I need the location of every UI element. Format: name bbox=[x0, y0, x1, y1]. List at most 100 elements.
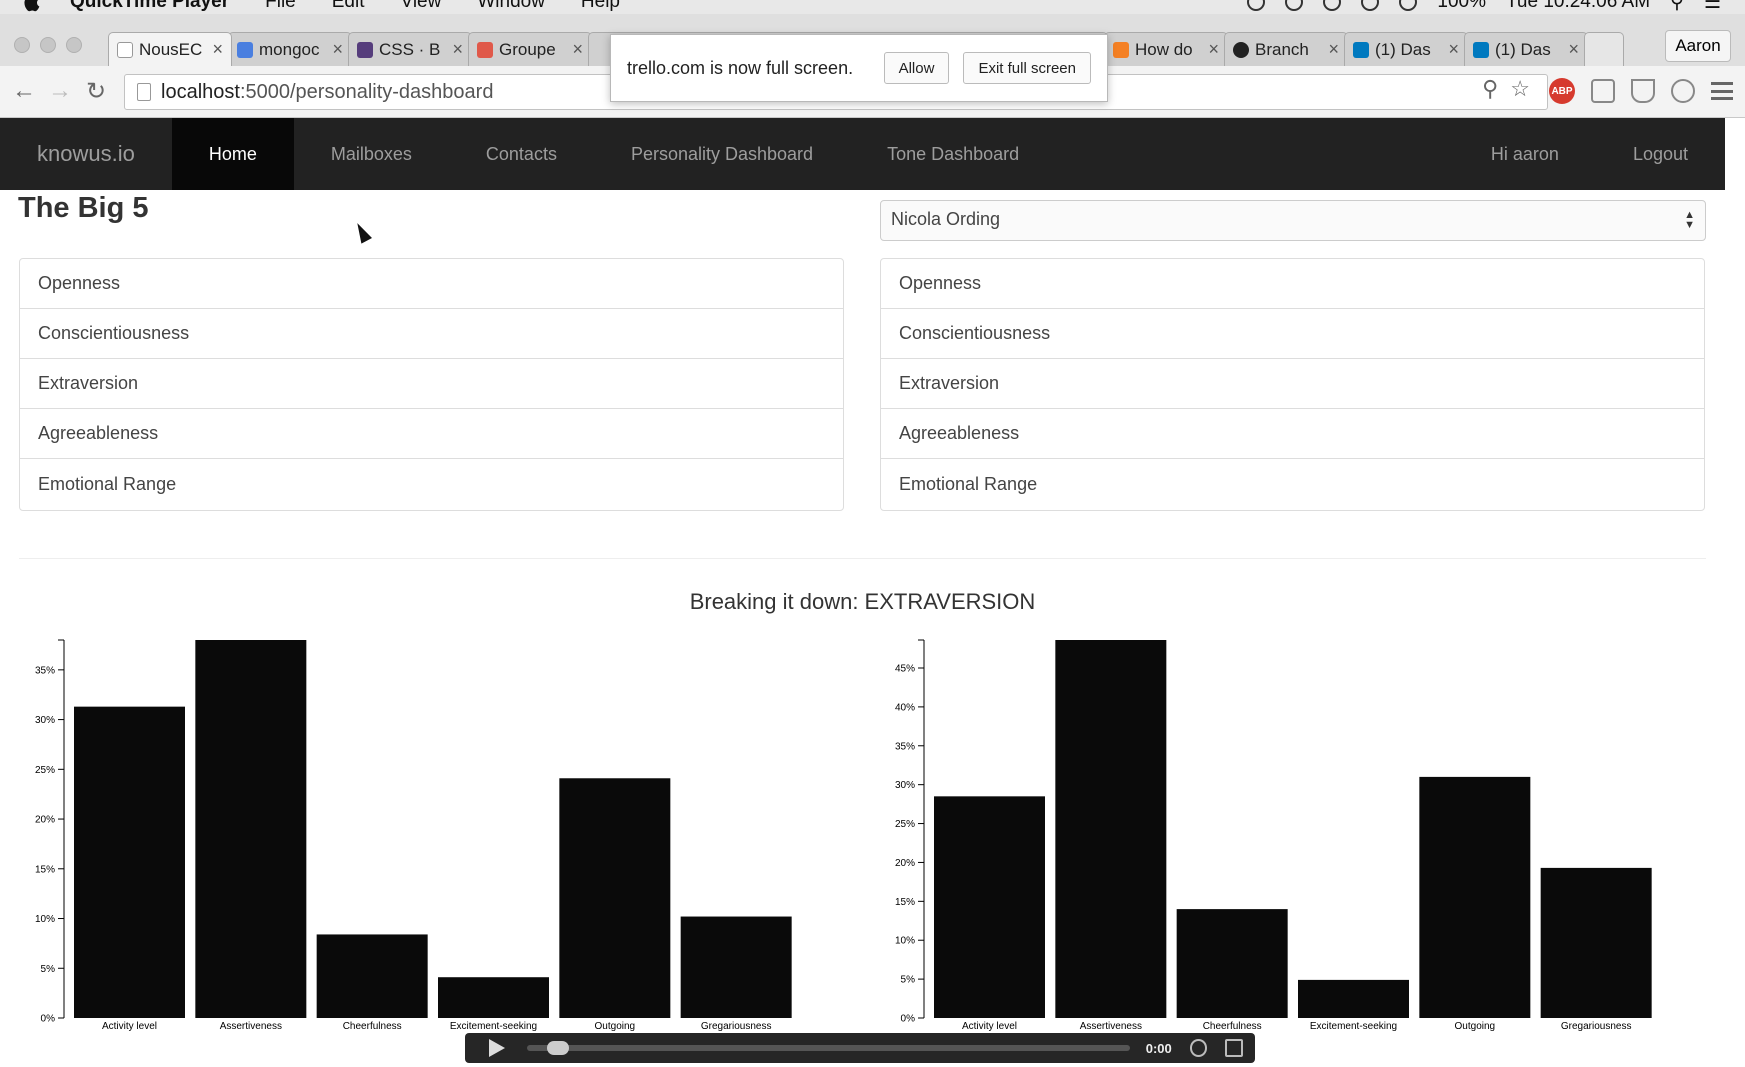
bookmark-star-icon[interactable]: ☆ bbox=[1510, 76, 1530, 102]
menu-edit[interactable]: Edit bbox=[332, 0, 365, 13]
bell-icon[interactable] bbox=[1361, 0, 1380, 11]
record-icon[interactable] bbox=[1247, 0, 1266, 11]
menu-window[interactable]: Window bbox=[477, 0, 545, 13]
tab-css[interactable]: CSS · B × bbox=[348, 32, 472, 66]
tab-nousec[interactable]: NousEC × bbox=[108, 32, 232, 66]
person-select[interactable]: Nicola Ording ▲ ▼ bbox=[880, 200, 1706, 241]
dropbox-icon[interactable] bbox=[1323, 0, 1342, 11]
menu-help[interactable]: Help bbox=[581, 0, 620, 13]
clock[interactable]: Tue 10:24:06 AM bbox=[1506, 0, 1650, 13]
trait-openness[interactable]: Openness bbox=[881, 259, 1704, 309]
nav-contacts[interactable]: Contacts bbox=[449, 118, 594, 190]
menu-file[interactable]: File bbox=[265, 0, 296, 13]
user-greeting[interactable]: Hi aaron bbox=[1454, 118, 1596, 190]
bar[interactable] bbox=[1540, 867, 1652, 1018]
bar[interactable] bbox=[438, 977, 549, 1018]
wifi-icon[interactable] bbox=[1399, 0, 1418, 11]
close-tab-icon[interactable]: × bbox=[1328, 39, 1339, 60]
url-text[interactable]: localhost:5000/personality-dashboard bbox=[161, 81, 493, 104]
brand-link[interactable]: knowus.io bbox=[0, 118, 172, 190]
bar[interactable] bbox=[680, 916, 792, 1018]
zoom-window-button[interactable] bbox=[66, 37, 82, 53]
y-tick-label: 25% bbox=[895, 819, 915, 830]
page-icon bbox=[137, 83, 151, 101]
zoom-icon[interactable]: ⚲ bbox=[1482, 76, 1498, 102]
exit-fullscreen-button[interactable]: Exit full screen bbox=[963, 52, 1091, 84]
battery-percent[interactable]: 100% bbox=[1437, 0, 1486, 13]
tab-title: Branch bbox=[1255, 39, 1309, 59]
trait-agreeableness[interactable]: Agreeableness bbox=[881, 409, 1704, 459]
y-tick-label: 25% bbox=[35, 765, 55, 776]
spotlight-icon[interactable]: ⚲ bbox=[1670, 0, 1684, 14]
trait-emotional-range[interactable]: Emotional Range bbox=[20, 459, 843, 510]
honey-icon[interactable] bbox=[1671, 79, 1695, 103]
close-tab-icon[interactable]: × bbox=[452, 39, 463, 60]
bar[interactable] bbox=[1298, 979, 1409, 1018]
close-tab-icon[interactable]: × bbox=[1568, 39, 1579, 60]
tab-groupe[interactable]: Groupe × bbox=[468, 32, 592, 66]
back-icon[interactable]: ← bbox=[12, 77, 36, 105]
bar[interactable] bbox=[1176, 909, 1288, 1018]
groups-favicon-icon bbox=[477, 41, 493, 58]
close-window-button[interactable] bbox=[14, 37, 30, 53]
tab-mongo[interactable]: mongoc × bbox=[228, 32, 352, 66]
close-tab-icon[interactable]: × bbox=[212, 39, 223, 60]
allow-button[interactable]: Allow bbox=[883, 52, 950, 84]
bar[interactable] bbox=[1419, 776, 1531, 1018]
play-icon[interactable] bbox=[489, 1039, 505, 1057]
share-icon[interactable] bbox=[1189, 1039, 1208, 1057]
profile-button[interactable]: Aaron bbox=[1665, 30, 1731, 62]
x-tick-label: Cheerfulness bbox=[343, 1021, 402, 1032]
bar[interactable] bbox=[1055, 640, 1167, 1018]
extraversion-chart-contact: 0% 5% 10% 15% 20% 25% 30% 35% 40% 45% Activity lev… bbox=[874, 625, 1674, 1045]
minimize-window-button[interactable] bbox=[40, 37, 56, 53]
chrome-menu-icon[interactable] bbox=[1711, 82, 1733, 100]
close-tab-icon[interactable]: × bbox=[572, 39, 583, 60]
tab-title: (1) Das bbox=[1495, 39, 1551, 59]
menu-view[interactable]: View bbox=[401, 0, 442, 13]
trait-conscientiousness[interactable]: Conscientiousness bbox=[881, 309, 1704, 359]
app-name[interactable]: QuickTime Player bbox=[70, 0, 229, 13]
y-tick-label: 5% bbox=[41, 964, 56, 975]
bar[interactable] bbox=[316, 934, 428, 1018]
nav-mailboxes[interactable]: Mailboxes bbox=[294, 118, 449, 190]
tab-title: mongoc bbox=[259, 39, 320, 59]
trait-openness[interactable]: Openness bbox=[20, 259, 843, 309]
extension-icons: ABP bbox=[1549, 78, 1733, 104]
bar[interactable] bbox=[74, 706, 185, 1018]
fullscreen-icon[interactable] bbox=[1225, 1039, 1243, 1057]
trait-extraversion[interactable]: Extraversion bbox=[881, 359, 1704, 409]
trait-agreeableness[interactable]: Agreeableness bbox=[20, 409, 843, 459]
tab-how-do[interactable]: How do × bbox=[1104, 32, 1228, 66]
trait-extraversion[interactable]: Extraversion bbox=[20, 359, 843, 409]
reload-icon[interactable]: ↻ bbox=[86, 77, 106, 106]
apple-icon[interactable] bbox=[22, 0, 40, 12]
trait-conscientiousness[interactable]: Conscientiousness bbox=[20, 309, 843, 359]
scrubber[interactable] bbox=[527, 1041, 1130, 1055]
bar[interactable] bbox=[934, 796, 1045, 1018]
nav-personality-dashboard[interactable]: Personality Dashboard bbox=[594, 118, 850, 190]
bar[interactable] bbox=[195, 640, 307, 1018]
nav-home[interactable]: Home bbox=[171, 118, 294, 190]
tab-dash-2[interactable]: (1) Das × bbox=[1464, 32, 1588, 66]
forward-icon[interactable]: → bbox=[48, 77, 72, 105]
cast-icon[interactable] bbox=[1591, 79, 1615, 103]
bar[interactable] bbox=[559, 778, 671, 1018]
page-title: The Big 5 bbox=[18, 192, 149, 224]
adblock-icon[interactable]: ABP bbox=[1549, 78, 1575, 104]
shield-icon[interactable] bbox=[1631, 79, 1655, 103]
y-tick-label: 35% bbox=[895, 741, 915, 752]
new-tab-button[interactable] bbox=[1584, 32, 1624, 66]
scrubber-knob[interactable] bbox=[547, 1041, 569, 1055]
logout-link[interactable]: Logout bbox=[1596, 118, 1725, 190]
close-tab-icon[interactable]: × bbox=[1448, 39, 1459, 60]
check-icon[interactable] bbox=[1285, 0, 1304, 11]
nav-tone-dashboard[interactable]: Tone Dashboard bbox=[850, 118, 1056, 190]
x-tick-label: Assertiveness bbox=[1080, 1021, 1142, 1032]
close-tab-icon[interactable]: × bbox=[332, 39, 343, 60]
trait-emotional-range[interactable]: Emotional Range bbox=[881, 459, 1704, 510]
close-tab-icon[interactable]: × bbox=[1208, 39, 1219, 60]
tab-dash-1[interactable]: (1) Das × bbox=[1344, 32, 1468, 66]
notification-list-icon[interactable]: ☰ bbox=[1704, 0, 1721, 14]
tab-branch[interactable]: Branch × bbox=[1224, 32, 1348, 66]
